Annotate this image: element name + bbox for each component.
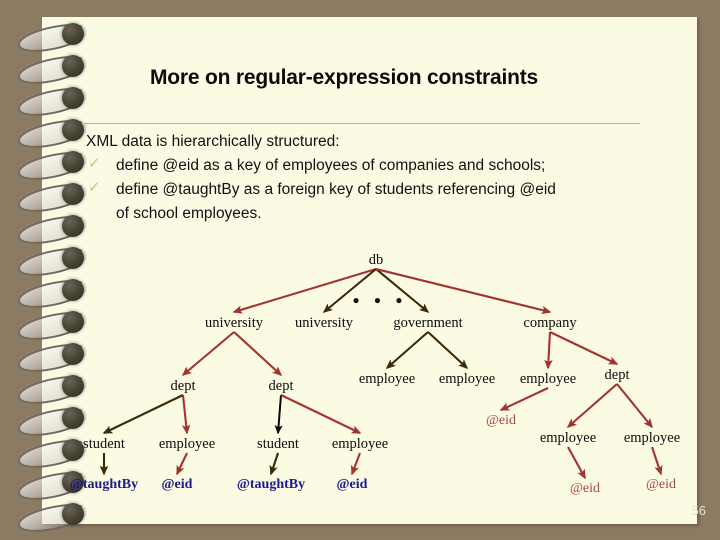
- tree-edge-d2-e2: [280, 394, 362, 434]
- tree-node-cde1eid: @eid: [570, 481, 600, 496]
- tree-node-s1tb: @taughtBy: [69, 477, 139, 492]
- tree-node-ce1eid: @eid: [486, 413, 516, 428]
- tree-node-cd: dept: [604, 367, 630, 383]
- tree-edge-u1-d2: [233, 331, 283, 376]
- tree-edges: [99, 267, 663, 480]
- tree-node-e1: employee: [158, 436, 216, 452]
- tree-node-u2: university: [295, 315, 353, 331]
- tree-node-s1: student: [83, 436, 125, 452]
- tree-edge-comp-ce1: [544, 331, 553, 370]
- tree-edge-cd-cde2: [616, 383, 653, 429]
- tree-node-d2: dept: [268, 378, 294, 394]
- tree-edge-e2-e2eid: [350, 452, 361, 476]
- slide-canvas: More on regular-expression constraints X…: [0, 0, 720, 540]
- tree-node-gov: government: [393, 315, 463, 331]
- slide-number: 56: [691, 503, 706, 518]
- tree-edge-e1-e1eid: [176, 452, 188, 476]
- tree-edge-cde1-cde1eid: [567, 446, 586, 480]
- tree-node-ge1: employee: [358, 371, 416, 387]
- tree-node-cde1: employee: [539, 430, 597, 446]
- tree-edge-cde2-cde2eid: [651, 446, 663, 476]
- tree-edge-u1-d1: [181, 331, 235, 376]
- tree-node-u1: university: [205, 315, 263, 331]
- tree-node-comp: company: [523, 315, 577, 331]
- tree-node-db: db: [368, 252, 384, 268]
- tree-edge-d2-s2: [274, 394, 283, 435]
- tree-edge-gov-ge2: [427, 331, 469, 369]
- tree-edge-comp-cd: [549, 331, 619, 365]
- xml-tree-diagram: db university university government company d…: [0, 0, 720, 540]
- tree-edge-s2-s2tb: [269, 452, 279, 476]
- tree-edge-d1-e1: [181, 394, 191, 435]
- tree-node-e2eid: @eid: [336, 477, 368, 492]
- tree-node-d1: dept: [170, 378, 196, 394]
- tree-node-s2: student: [257, 436, 299, 452]
- tree-node-s2tb: @taughtBy: [236, 477, 306, 492]
- tree-node-e1eid: @eid: [161, 477, 193, 492]
- tree-node-cde2: employee: [623, 430, 681, 446]
- tree-edge-gov-ge1: [385, 331, 429, 369]
- tree-edge-ce1-ce1eid: [499, 387, 549, 411]
- tree-node-ge2: employee: [438, 371, 496, 387]
- ellipsis-indicator: • • •: [352, 291, 408, 312]
- tree-node-ce1: employee: [519, 371, 577, 387]
- tree-edge-cd-cde1: [566, 383, 618, 428]
- tree-edge-d1-s1: [102, 394, 184, 434]
- tree-node-cde2eid: @eid: [646, 477, 676, 492]
- tree-node-e2: employee: [331, 436, 389, 452]
